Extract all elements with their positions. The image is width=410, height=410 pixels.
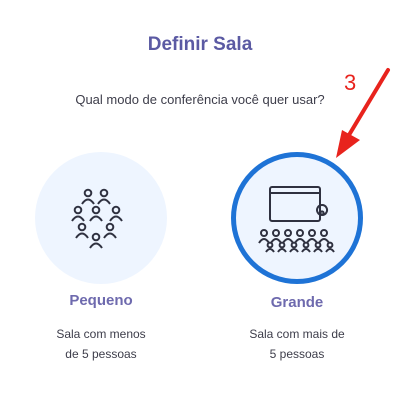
option-small-description: Sala com menos de 5 pessoas (21, 324, 181, 364)
option-large-circle[interactable] (231, 152, 363, 284)
large-room-presentation-icon (258, 186, 335, 253)
description-line: 5 pessoas (269, 347, 325, 361)
option-small-circle[interactable] (35, 152, 167, 284)
description-line: Sala com menos (56, 327, 146, 341)
option-large-description: Sala com mais de 5 pessoas (217, 324, 377, 364)
red-arrow-icon (336, 68, 390, 158)
page-title: Definir Sala (147, 34, 253, 55)
option-small-label[interactable]: Pequeno (21, 292, 181, 309)
description-line: de 5 pessoas (65, 347, 137, 361)
small-group-icon (71, 188, 123, 249)
description-line: Sala com mais de (249, 327, 345, 341)
option-large-label[interactable]: Grande (217, 294, 377, 311)
